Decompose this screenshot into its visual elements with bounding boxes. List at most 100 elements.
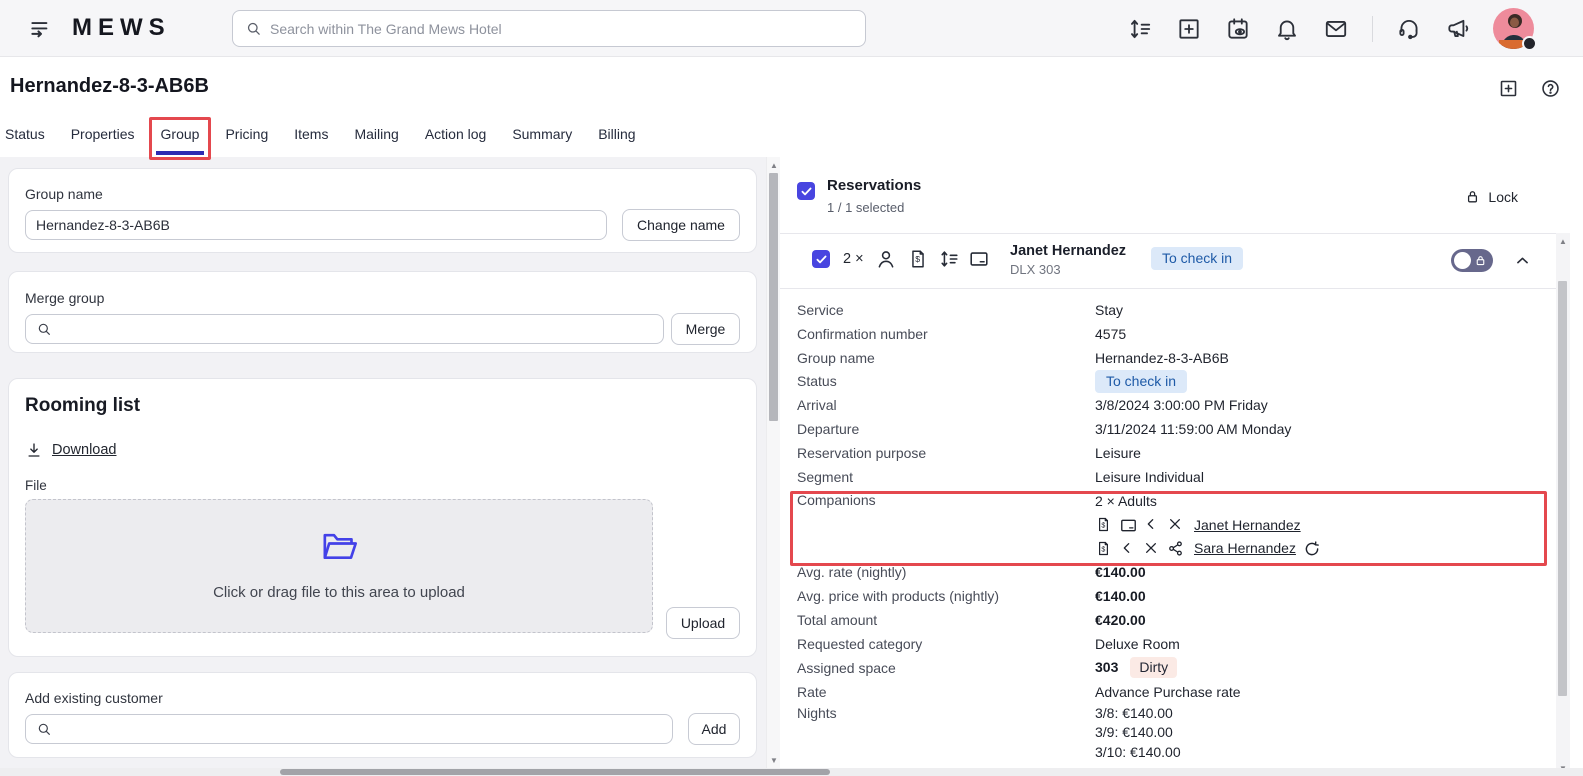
download-link[interactable]: Download xyxy=(25,441,117,459)
messages-envelope-icon[interactable] xyxy=(1323,16,1349,42)
divider xyxy=(780,288,1556,289)
folder-icon xyxy=(323,533,357,559)
add-customer-card: Add existing customer Add xyxy=(8,672,757,758)
scroll-down-arrow[interactable]: ▼ xyxy=(767,754,781,766)
upload-button[interactable]: Upload xyxy=(666,607,740,639)
group-name-label: Group name xyxy=(25,186,103,202)
guest-space: DLX 303 xyxy=(1010,262,1061,277)
detail-row-assigned-space: Assigned space 303 Dirty xyxy=(797,656,1544,680)
search-icon xyxy=(38,323,50,335)
collapse-chevron-icon[interactable] xyxy=(1514,252,1531,269)
dirty-badge: Dirty xyxy=(1130,657,1178,679)
scroll-up-arrow[interactable]: ▲ xyxy=(767,159,781,171)
add-button[interactable]: Add xyxy=(688,713,740,745)
guest-count: 2 × xyxy=(843,251,864,267)
detail-row-total: Total amount €420.00 xyxy=(797,612,1146,629)
divider xyxy=(780,233,1556,234)
payment-card-icon[interactable] xyxy=(968,248,990,270)
reservations-title: Reservations xyxy=(827,177,922,194)
file-label: File xyxy=(25,478,47,493)
announcements-megaphone-icon[interactable] xyxy=(1445,16,1471,42)
merge-group-input[interactable] xyxy=(52,315,663,343)
tab-properties[interactable]: Properties xyxy=(71,124,135,144)
sort-list-icon[interactable] xyxy=(1127,16,1153,42)
group-name-field[interactable] xyxy=(25,210,607,240)
lock-icon xyxy=(1468,191,1478,203)
lock-icon xyxy=(1476,256,1485,266)
tab-items[interactable]: Items xyxy=(294,124,328,144)
tab-action-log[interactable]: Action log xyxy=(425,124,486,144)
support-headset-icon[interactable] xyxy=(1396,16,1422,42)
lock-button[interactable]: Lock xyxy=(1464,188,1518,205)
merge-group-label: Merge group xyxy=(25,290,105,306)
group-name-input[interactable] xyxy=(26,211,606,239)
merge-group-field[interactable] xyxy=(25,314,664,344)
topbar-divider xyxy=(1372,15,1373,42)
avatar-badge xyxy=(1522,36,1537,51)
tab-bar: Status Properties Group Pricing Items Ma… xyxy=(5,117,636,160)
merge-button[interactable]: Merge xyxy=(671,313,740,345)
scrollbar-thumb[interactable] xyxy=(1558,281,1567,696)
tab-mailing[interactable]: Mailing xyxy=(354,124,398,144)
status-badge: To check in xyxy=(1151,247,1244,270)
detail-row-group-name: Group name Hernandez-8-3-AB6B xyxy=(797,349,1229,366)
left-panel-scrollbar[interactable]: ▲ ▼ xyxy=(766,157,780,768)
detail-row-purpose: Reservation purpose Leisure xyxy=(797,444,1141,461)
detail-row-nights: Nights 3/8: €140.00 3/9: €140.00 3/10: €… xyxy=(797,704,1544,763)
detail-row-status: Status To check in xyxy=(797,369,1544,394)
svg-text:$: $ xyxy=(915,254,920,264)
lock-toggle[interactable] xyxy=(1451,249,1493,272)
notifications-bell-icon[interactable] xyxy=(1274,16,1300,42)
night-price: 3/10: €140.00 xyxy=(1095,744,1181,761)
tab-billing[interactable]: Billing xyxy=(598,124,635,144)
sort-icon[interactable] xyxy=(938,248,960,270)
page-title: Hernandez-8-3-AB6B xyxy=(10,75,209,97)
reservations-scrollbar[interactable]: ▲ ▼ xyxy=(1556,233,1570,776)
search-input[interactable] xyxy=(270,20,865,37)
detail-row-avg-price: Avg. price with products (nightly) €140.… xyxy=(797,588,1146,605)
tab-summary[interactable]: Summary xyxy=(512,124,572,144)
check-icon xyxy=(816,255,826,263)
add-window-icon[interactable] xyxy=(1498,78,1519,99)
add-customer-field[interactable] xyxy=(25,714,673,744)
user-avatar[interactable] xyxy=(1493,8,1537,51)
person-icon[interactable] xyxy=(875,248,897,270)
reservations-select-all-checkbox[interactable] xyxy=(797,182,815,200)
scrollbar-thumb[interactable] xyxy=(280,769,830,775)
sidebar-toggle-icon[interactable] xyxy=(28,16,54,42)
guest-name[interactable]: Janet Hernandez xyxy=(1010,243,1126,259)
tab-group[interactable]: Group xyxy=(148,117,212,160)
detail-row-requested-category: Requested category Deluxe Room xyxy=(797,635,1180,652)
tab-pricing[interactable]: Pricing xyxy=(225,124,268,144)
night-price: 3/8: €140.00 xyxy=(1095,704,1173,721)
lock-label: Lock xyxy=(1488,188,1518,205)
horizontal-scrollbar[interactable] xyxy=(0,768,1583,776)
detail-row-service: Service Stay xyxy=(797,301,1124,318)
global-search[interactable] xyxy=(232,10,866,47)
billing-icon[interactable]: $ xyxy=(907,248,929,270)
rooming-list-card: Rooming list Download File Click or drag… xyxy=(8,378,757,657)
detail-row-confirmation: Confirmation number 4575 xyxy=(797,325,1127,342)
tab-status[interactable]: Status xyxy=(5,124,45,144)
annotation-box-group-tab xyxy=(148,117,212,160)
add-icon[interactable] xyxy=(1176,16,1202,42)
merge-group-card: Merge group Merge xyxy=(8,271,757,353)
reservations-panel: Reservations 1 / 1 selected Lock 2 × $ J… xyxy=(780,157,1556,768)
group-name-card: Group name Change name xyxy=(8,168,757,253)
night-price: 3/9: €140.00 xyxy=(1095,724,1173,741)
status-badge: To check in xyxy=(1095,369,1188,393)
annotation-box-companions xyxy=(790,491,1547,566)
scroll-up-arrow[interactable]: ▲ xyxy=(1556,235,1570,247)
search-icon xyxy=(38,723,50,735)
file-dropzone[interactable]: Click or drag file to this area to uploa… xyxy=(25,499,653,633)
scrollbar-thumb[interactable] xyxy=(769,173,778,421)
download-icon xyxy=(28,443,40,457)
add-customer-input[interactable] xyxy=(52,715,672,743)
help-icon[interactable] xyxy=(1540,78,1561,99)
detail-row-departure: Departure 3/11/2024 11:59:00 AM Monday xyxy=(797,421,1292,438)
toggle-knob xyxy=(1454,252,1471,269)
reservation-checkbox[interactable] xyxy=(812,250,830,268)
calendar-eye-icon[interactable] xyxy=(1225,16,1251,42)
dropzone-text: Click or drag file to this area to uploa… xyxy=(213,584,465,601)
change-name-button[interactable]: Change name xyxy=(622,209,740,241)
